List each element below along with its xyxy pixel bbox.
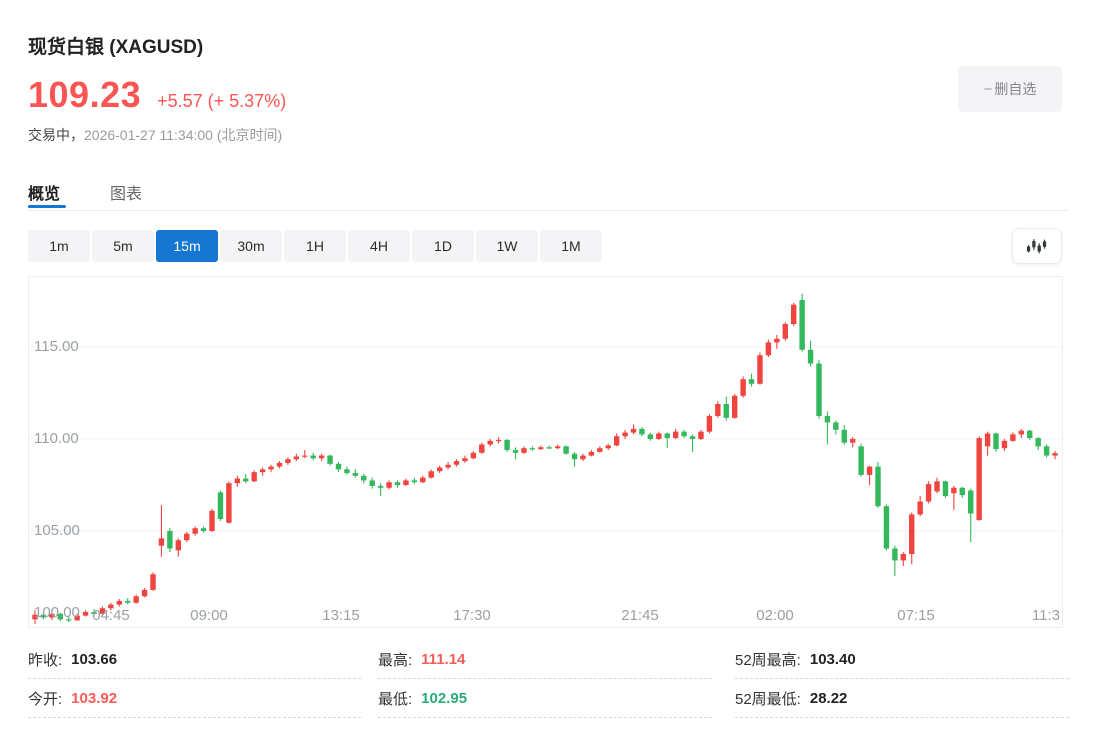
quote-timestamp: 2026-01-27 11:34:00: [84, 127, 213, 143]
stat-prev-close: 昨收: 103.66: [28, 640, 361, 679]
page-title: 现货白银 (XAGUSD): [28, 32, 203, 59]
timezone-label: (北京时间): [217, 127, 282, 143]
candlestick-chart[interactable]: 115.00110.00105.00100.0004:4509:0013:151…: [28, 276, 1063, 628]
price-change: +5.57 (+ 5.37%): [157, 91, 286, 112]
current-price: 109.23: [28, 74, 141, 116]
stat-high: 最高: 111.14: [378, 640, 712, 679]
period-button-30m[interactable]: 30m: [220, 230, 282, 262]
period-button-15m[interactable]: 15m: [156, 230, 218, 262]
trading-status-row: 交易中，2026-01-27 11:34:00 (北京时间): [28, 125, 282, 145]
period-button-1H[interactable]: 1H: [284, 230, 346, 262]
tab-overview[interactable]: 概览: [28, 180, 60, 204]
stat-open: 今开: 103.92: [28, 679, 361, 718]
active-tab-underline: [28, 205, 66, 208]
remove-watchlist-label: 删自选: [994, 79, 1036, 99]
stats-column-3: 52周最高: 103.40 52周最低: 28.22: [735, 640, 1069, 718]
period-button-1W[interactable]: 1W: [476, 230, 538, 262]
quote-page: 现货白银 (XAGUSD) 109.23 +5.57 (+ 5.37%) 交易中…: [0, 0, 1097, 738]
stats-column-1: 昨收: 103.66 今开: 103.92: [28, 640, 361, 718]
candlestick-icon: [1026, 235, 1048, 257]
tab-divider: [28, 210, 1069, 211]
candles-canvas: [29, 277, 1063, 628]
chart-type-button[interactable]: [1012, 228, 1062, 264]
period-button-5m[interactable]: 5m: [92, 230, 154, 262]
period-button-1m[interactable]: 1m: [28, 230, 90, 262]
stat-52w-low: 52周最低: 28.22: [735, 679, 1069, 718]
period-selector: 1m5m15m30m1H4H1D1W1M: [28, 230, 602, 262]
remove-watchlist-button[interactable]: − 删自选: [958, 66, 1062, 112]
period-button-4H[interactable]: 4H: [348, 230, 410, 262]
tab-chart[interactable]: 图表: [110, 180, 142, 204]
stat-52w-high: 52周最高: 103.40: [735, 640, 1069, 679]
period-button-1D[interactable]: 1D: [412, 230, 474, 262]
period-button-1M[interactable]: 1M: [540, 230, 602, 262]
minus-icon: −: [984, 81, 993, 98]
price-row: 109.23 +5.57 (+ 5.37%): [28, 74, 286, 116]
stats-column-2: 最高: 111.14 最低: 102.95: [378, 640, 712, 718]
stat-low: 最低: 102.95: [378, 679, 712, 718]
trading-status: 交易中，: [28, 127, 84, 143]
